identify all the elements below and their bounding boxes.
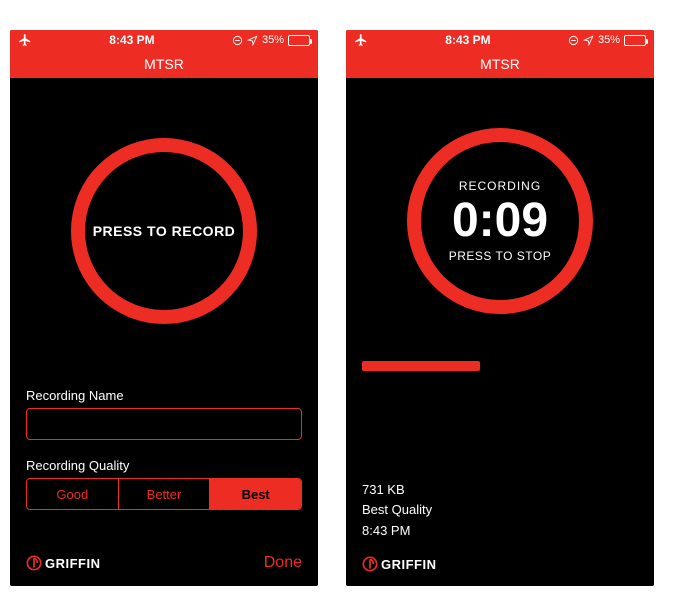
- recording-info: 731 KB Best Quality 8:43 PM: [362, 480, 432, 542]
- elapsed-time: 0:09: [452, 197, 548, 245]
- status-time: 8:43 PM: [445, 33, 490, 47]
- quality-option-better[interactable]: Better: [119, 479, 211, 509]
- recording-size: 731 KB: [362, 480, 432, 501]
- quality-option-good[interactable]: Good: [27, 479, 119, 509]
- nav-bar: MTSR: [10, 50, 318, 78]
- battery-percent: 35%: [262, 34, 284, 46]
- airplane-mode-icon: [18, 33, 32, 47]
- battery-icon: [624, 35, 646, 46]
- recording-status-label: RECORDING: [459, 179, 541, 193]
- airplane-mode-icon: [354, 33, 368, 47]
- do-not-disturb-icon: [568, 35, 579, 46]
- griffin-brand-text: GRIFFIN: [381, 557, 437, 572]
- griffin-logo: GRIFFIN: [362, 556, 437, 572]
- nav-title: MTSR: [144, 56, 184, 72]
- location-icon: [247, 35, 258, 46]
- griffin-brand-text: GRIFFIN: [45, 556, 101, 571]
- nav-bar: MTSR: [346, 50, 654, 78]
- stop-button[interactable]: RECORDING 0:09 PRESS TO STOP: [407, 128, 593, 314]
- griffin-logo: GRIFFIN: [26, 555, 101, 571]
- recording-quality-label: Recording Quality: [26, 458, 302, 473]
- stop-button-label: PRESS TO STOP: [449, 249, 552, 263]
- recording-quality-info: Best Quality: [362, 500, 432, 521]
- recording-name-label: Recording Name: [26, 388, 302, 403]
- battery-icon: [288, 35, 310, 46]
- status-time: 8:43 PM: [109, 33, 154, 47]
- record-button-label: PRESS TO RECORD: [93, 223, 236, 239]
- nav-title: MTSR: [480, 56, 520, 72]
- quality-segmented-control: Good Better Best: [26, 478, 302, 510]
- status-bar: 8:43 PM 35%: [10, 30, 318, 50]
- recording-name-input[interactable]: [26, 408, 302, 440]
- record-button[interactable]: PRESS TO RECORD: [71, 138, 257, 324]
- battery-percent: 35%: [598, 34, 620, 46]
- quality-option-best[interactable]: Best: [210, 479, 301, 509]
- recording-progress-bar: [362, 361, 480, 371]
- screen-idle: 8:43 PM 35% MTSR PRESS TO RECORD Recordi…: [10, 30, 318, 586]
- recording-time-info: 8:43 PM: [362, 521, 432, 542]
- location-icon: [583, 35, 594, 46]
- do-not-disturb-icon: [232, 35, 243, 46]
- screen-recording: 8:43 PM 35% MTSR RECORDING 0:09 PRESS TO…: [346, 30, 654, 586]
- done-button[interactable]: Done: [264, 554, 302, 572]
- status-bar: 8:43 PM 35%: [346, 30, 654, 50]
